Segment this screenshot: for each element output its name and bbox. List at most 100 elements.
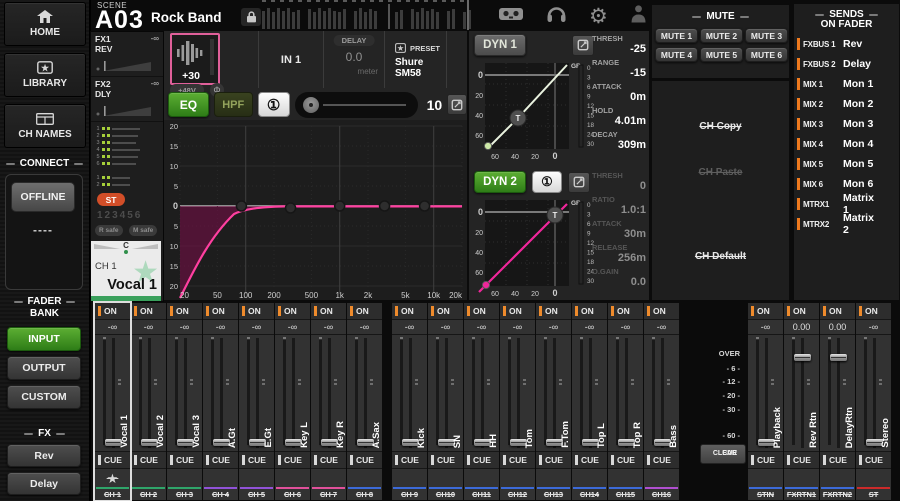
selected-channel-card[interactable]: C CH 1 ★ Vocal 1 <box>91 241 161 301</box>
on-button[interactable]: ON <box>167 303 202 320</box>
eq-band-point[interactable] <box>335 201 345 211</box>
on-button[interactable]: ON <box>239 303 274 320</box>
scene-name[interactable]: Rock Band <box>151 10 222 25</box>
eq-graph[interactable]: 20151050510152020501002005001k2k5k10k20k <box>164 120 467 300</box>
dyn-param-release[interactable]: RELEASE256m <box>592 243 646 264</box>
fader-track[interactable] <box>256 338 259 448</box>
clear-cue-button[interactable]: CLEARCUE <box>700 444 746 464</box>
sends-row-mix-4[interactable]: MIX 4Mon 4 <box>794 134 899 154</box>
channel-strip-ch-3[interactable]: ON -∞ Vocal 3 CUE CH 3 <box>167 303 202 500</box>
cue-button[interactable]: CUE <box>500 452 535 469</box>
ch-copy-button[interactable]: CH Copy <box>652 121 789 132</box>
dyn-param-range[interactable]: RANGE-15 <box>592 58 646 79</box>
cue-button[interactable]: CUE <box>464 452 499 469</box>
mute-3-button[interactable]: MUTE 3 <box>745 28 788 43</box>
settings-gear-icon[interactable]: ⚙ <box>589 6 608 27</box>
slider-knob[interactable] <box>303 97 319 113</box>
mix-send-indicators[interactable]: 123456 <box>91 125 140 167</box>
cue-button[interactable]: CUE <box>131 452 166 469</box>
fader-track[interactable] <box>292 338 295 448</box>
cue-button[interactable]: CUE <box>167 452 202 469</box>
fader-track[interactable] <box>112 338 115 448</box>
ch-default-button[interactable]: CH Default <box>652 251 789 262</box>
offline-button[interactable]: OFFLINE <box>11 182 75 212</box>
hpf-button[interactable]: HPF <box>214 92 253 117</box>
dyn2-band-1-button[interactable]: ① <box>532 171 562 193</box>
cue-button[interactable]: CUE <box>275 452 310 469</box>
fader-track[interactable] <box>553 338 556 448</box>
fader-track[interactable] <box>589 338 592 448</box>
fader-zone[interactable]: A.Sax <box>347 335 382 452</box>
on-button[interactable]: ON <box>856 303 891 320</box>
mute-2-button[interactable]: MUTE 2 <box>700 28 743 43</box>
fader-zone[interactable]: Playback <box>748 335 783 452</box>
cue-button[interactable]: CUE <box>608 452 643 469</box>
on-button[interactable]: ON <box>464 303 499 320</box>
eq-band-point[interactable] <box>286 203 296 213</box>
fader-bank-input-button[interactable]: INPUT <box>7 327 81 351</box>
sends-row-mtrx2[interactable]: MTRX2Matrix 2 <box>794 214 899 234</box>
channel-strip-ch-7[interactable]: ON -∞ Key R CUE CH 7 <box>311 303 346 500</box>
on-button[interactable]: ON <box>392 303 427 320</box>
on-button[interactable]: ON <box>608 303 643 320</box>
cue-button[interactable]: CUE <box>856 452 891 469</box>
fader-track[interactable] <box>661 338 664 448</box>
cue-button[interactable]: CUE <box>203 452 238 469</box>
fader-zone[interactable]: Vocal 1 <box>95 335 130 452</box>
fader-track[interactable] <box>364 338 367 448</box>
mute-6-button[interactable]: MUTE 6 <box>745 47 788 62</box>
stereo-assign-badge[interactable]: ST <box>97 193 125 206</box>
on-button[interactable]: ON <box>131 303 166 320</box>
channel-strip-ch-5[interactable]: ON -∞ E.Gt CUE CH 5 <box>239 303 274 500</box>
cue-button[interactable]: CUE <box>311 452 346 469</box>
fader-zone[interactable]: Key L <box>275 335 310 452</box>
eq-band-point[interactable] <box>420 201 430 211</box>
recall-safe-badge[interactable]: R safe <box>95 225 123 236</box>
sends-row-mix-1[interactable]: MIX 1Mon 1 <box>794 74 899 94</box>
dyn-param-decay[interactable]: DECAY309m <box>592 130 646 151</box>
fader-track[interactable] <box>481 338 484 448</box>
cue-button[interactable]: CUE <box>392 452 427 469</box>
matrix-send-indicators[interactable]: 12 <box>91 174 130 188</box>
fader-zone[interactable]: HH <box>464 335 499 452</box>
fader-track[interactable] <box>517 338 520 448</box>
dyn1-graph[interactable]: T02040606040200GR03691215182430 <box>471 59 603 163</box>
cue-button[interactable]: CUE <box>572 452 607 469</box>
fader-zone[interactable]: Bass <box>644 335 679 452</box>
ch-paste-button[interactable]: CH Paste <box>652 167 789 178</box>
master-strip-stin[interactable]: ON -∞ Playback CUE STIN <box>748 303 783 500</box>
channel-strip-ch16[interactable]: ON -∞ Bass CUE CH16 <box>644 303 679 500</box>
on-button[interactable]: ON <box>644 303 679 320</box>
delay-cell[interactable]: DELAY 0.0 meter <box>324 31 385 88</box>
fader-zone[interactable]: Vocal 2 <box>131 335 166 452</box>
fader-track[interactable] <box>184 338 187 448</box>
mute-4-button[interactable]: MUTE 4 <box>655 47 698 62</box>
fader-track[interactable] <box>873 338 876 448</box>
eq-band-point[interactable] <box>236 201 246 211</box>
channel-strip-ch-8[interactable]: ON -∞ A.Sax CUE CH 8 <box>347 303 382 500</box>
cue-button[interactable]: CUE <box>784 452 819 469</box>
dyn2-button[interactable]: DYN 2 <box>474 171 526 193</box>
input-gain-box[interactable]: +30 <box>170 33 220 85</box>
channel-strip-ch-6[interactable]: ON -∞ Key L CUE CH 6 <box>275 303 310 500</box>
fader-bank-custom-button[interactable]: CUSTOM <box>7 385 81 409</box>
headphones-icon[interactable] <box>546 4 567 28</box>
fader-zone[interactable]: Vocal 3 <box>167 335 202 452</box>
user-icon[interactable] <box>630 4 647 28</box>
fader-cap[interactable] <box>830 354 847 361</box>
scene-lock-button[interactable] <box>241 8 261 26</box>
on-button[interactable]: ON <box>748 303 783 320</box>
cue-button[interactable]: CUE <box>644 452 679 469</box>
eq-band-point[interactable] <box>380 201 390 211</box>
library-button[interactable]: ★ LIBRARY <box>4 53 86 97</box>
channel-strip-ch10[interactable]: ON -∞ SN CUE CH10 <box>428 303 463 500</box>
mute-5-button[interactable]: MUTE 5 <box>700 47 743 62</box>
mute-safe-badge[interactable]: M safe <box>129 225 157 236</box>
fader-track[interactable] <box>801 338 804 448</box>
fx-delay-button[interactable]: Delay <box>7 472 81 495</box>
cue-button[interactable]: CUE <box>536 452 571 469</box>
fader-zone[interactable]: DelayRtn <box>820 335 855 452</box>
master-strip-st[interactable]: ON -∞ Stereo CUE ST <box>856 303 891 500</box>
dyn1-edit-button[interactable] <box>572 35 594 56</box>
dyn-param-thresh[interactable]: THRESH0 <box>592 171 646 192</box>
